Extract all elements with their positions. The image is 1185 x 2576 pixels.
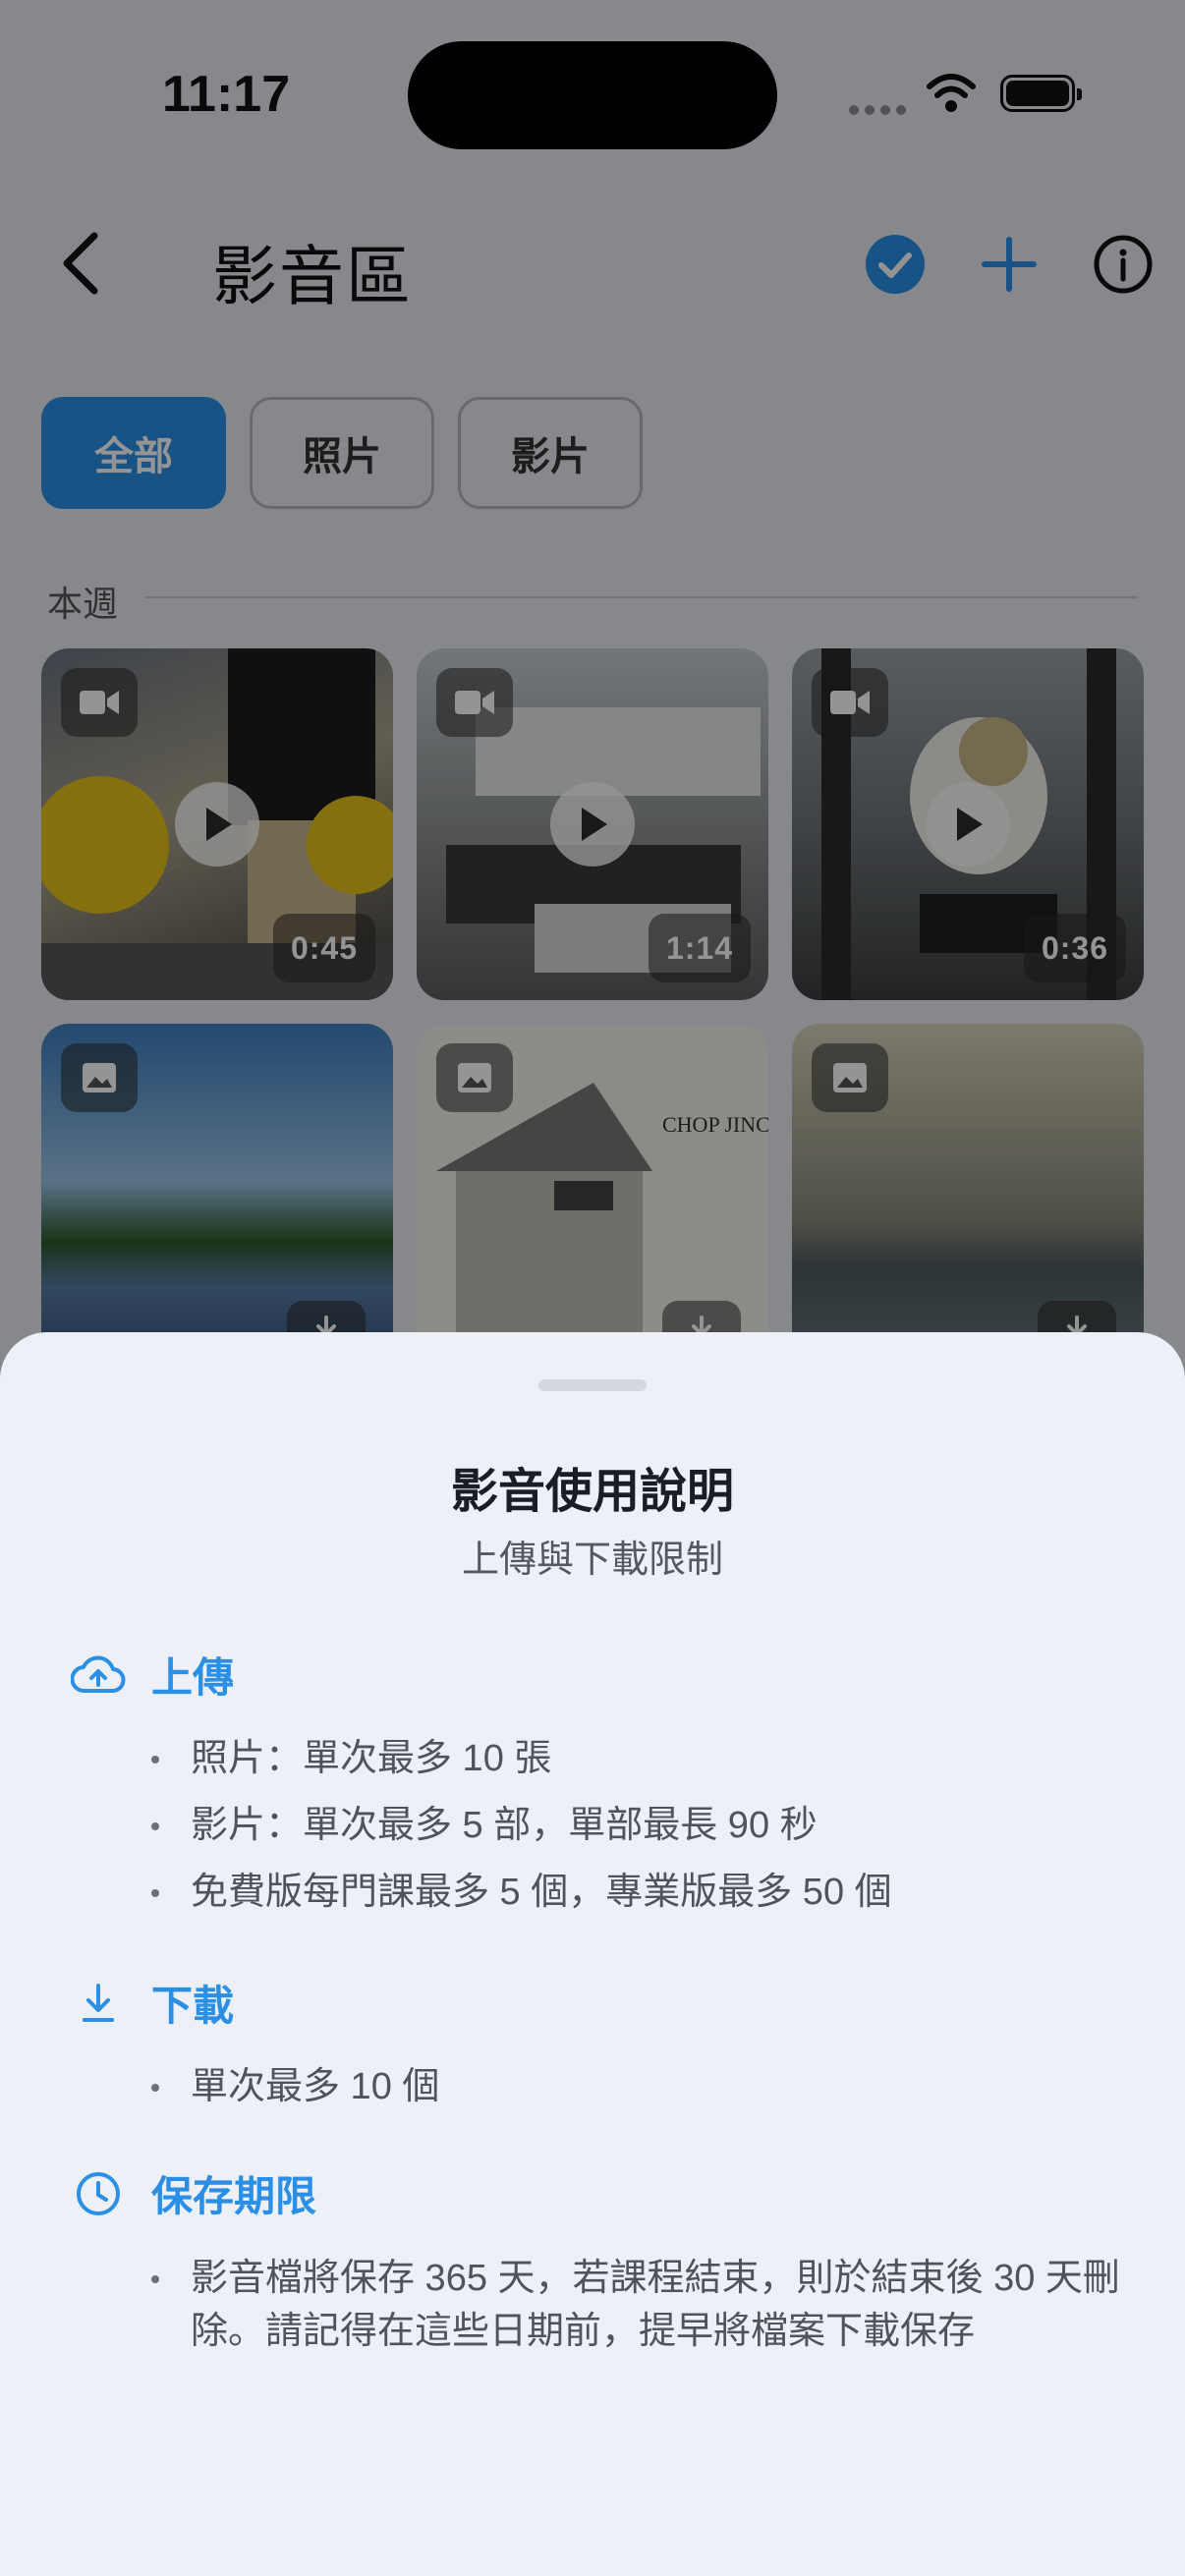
retention-section-title: 保存期限 xyxy=(151,2173,317,2219)
list-item: 照片：單次最多 10 張 xyxy=(147,1725,1130,1792)
download-section-title: 下載 xyxy=(151,1983,235,2029)
retention-rules-list: 影音檔將保存 365 天，若課程結束，則於結束後 30 天刪除。請記得在這些日期… xyxy=(147,2252,1120,2358)
list-item: 免費版每門課最多 5 個，專業版最多 50 個 xyxy=(147,1859,1130,1926)
sheet-title: 影音使用說明 xyxy=(450,1466,734,1518)
retention-section-header: 保存期限 xyxy=(71,2163,316,2223)
sheet-subtitle: 上傳與下載限制 xyxy=(461,1540,723,1581)
list-item: 單次最多 10 個 xyxy=(147,2053,1130,2120)
list-item: 影片：單次最多 5 部，單部最長 90 秒 xyxy=(147,1792,1130,1859)
usage-info-sheet: 影音使用說明 上傳與下載限制 上傳 照片：單次最多 10 張 影片：單次最多 5… xyxy=(0,1332,1185,2576)
upload-section-title: 上傳 xyxy=(151,1654,235,1701)
download-icon xyxy=(83,1983,114,2022)
clock-icon xyxy=(77,2171,120,2215)
upload-section-header: 上傳 xyxy=(71,1645,234,1705)
upload-rules-list: 照片：單次最多 10 張 影片：單次最多 5 部，單部最長 90 秒 免費版每門… xyxy=(147,1725,1130,1926)
download-section-header: 下載 xyxy=(71,1973,234,2033)
list-item: 影音檔將保存 365 天，若課程結束，則於結束後 30 天刪除。請記得在這些日期… xyxy=(147,2252,1120,2358)
cloud-upload-icon xyxy=(71,1655,126,1693)
download-rules-list: 單次最多 10 個 xyxy=(147,2053,1130,2120)
sheet-grabber[interactable] xyxy=(538,1379,647,1391)
